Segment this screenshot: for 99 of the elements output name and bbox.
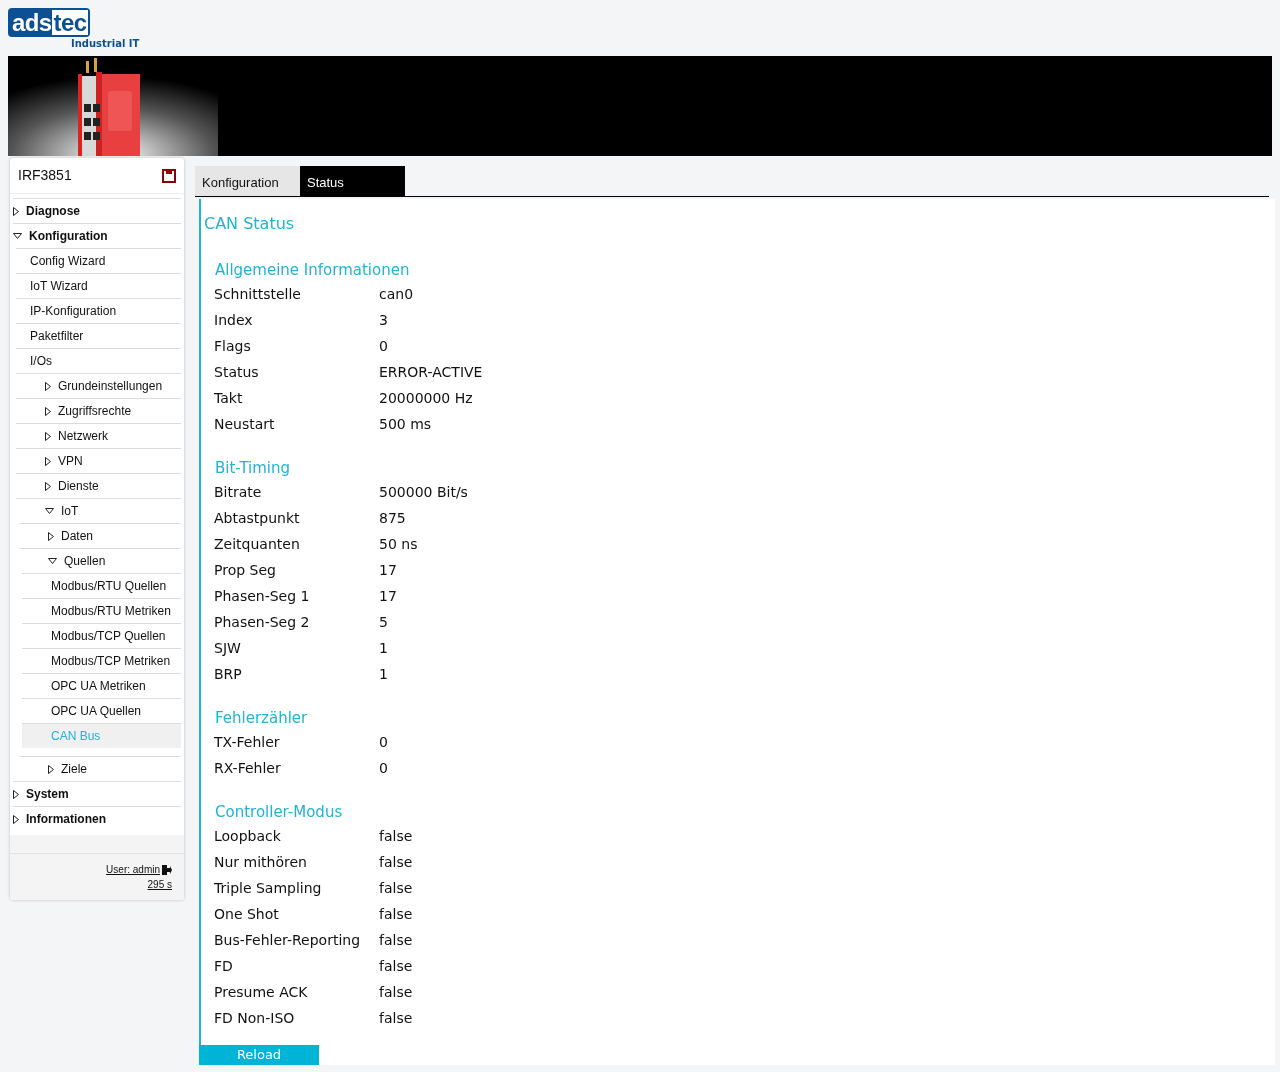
field-label: One Shot xyxy=(214,904,280,924)
field-label: Phasen-Seg 1 xyxy=(214,586,311,606)
field-value: 0 xyxy=(379,336,388,356)
tree-item[interactable]: Modbus/TCP Quellen xyxy=(22,624,181,648)
field-label: Schnittstelle xyxy=(214,284,302,304)
field-value: false xyxy=(379,1008,413,1028)
save-icon[interactable] xyxy=(162,168,176,183)
panel-title: CAN Status xyxy=(204,214,295,233)
caret-right-icon xyxy=(45,456,51,466)
session-timer: 295 s xyxy=(147,878,172,892)
field-value: 3 xyxy=(379,310,388,330)
field-label: RX-Fehler xyxy=(214,758,282,778)
field-label: TX-Fehler xyxy=(214,732,281,752)
tree-folder[interactable]: Netzwerk xyxy=(16,424,181,448)
logout-icon[interactable] xyxy=(162,864,172,875)
field-value: 20000000 Hz xyxy=(379,388,473,408)
field-label: Abtastpunkt xyxy=(214,508,301,528)
tree-folder[interactable]: Ziele xyxy=(19,757,181,781)
field-value: ERROR-ACTIVE xyxy=(379,362,483,382)
field-value: 500000 Bit/s xyxy=(379,482,468,502)
logo-tagline: Industrial IT xyxy=(71,39,140,49)
field-value: false xyxy=(379,956,413,976)
field-value: 50 ns xyxy=(379,534,418,554)
field-value: 0 xyxy=(379,758,388,778)
tree-folder[interactable]: VPN xyxy=(16,449,181,473)
field-label: Status xyxy=(214,362,260,382)
field-value: false xyxy=(379,904,413,924)
field-value: false xyxy=(379,930,413,950)
field-label: FD Non-ISO xyxy=(214,1008,296,1028)
tree-folder[interactable]: Diagnose xyxy=(13,199,181,223)
tree-folder[interactable]: Grundeinstellungen xyxy=(16,374,181,398)
tree-folder[interactable]: Quellen xyxy=(19,549,181,573)
tree-item[interactable]: IoT Wizard xyxy=(16,274,181,298)
tree-item[interactable]: Paketfilter xyxy=(16,324,181,348)
caret-down-icon xyxy=(48,558,57,564)
field-label: Zeitquanten xyxy=(214,534,301,554)
field-value: false xyxy=(379,982,413,1002)
logo: adstec xyxy=(8,8,91,37)
caret-right-icon xyxy=(45,406,51,416)
field-label: Prop Seg xyxy=(214,560,277,580)
tab[interactable]: Konfiguration xyxy=(195,166,300,196)
field-label: Bus-Fehler-Reporting xyxy=(214,930,362,950)
field-label: Flags xyxy=(214,336,252,356)
device-name: IRF3851 xyxy=(18,166,72,185)
field-label: Triple Sampling xyxy=(214,878,323,898)
caret-down-icon xyxy=(45,508,54,514)
tree-folder[interactable]: Zugriffsrechte xyxy=(16,399,181,423)
tree-item[interactable]: IP-Konfiguration xyxy=(16,299,181,323)
section-title: Bit-Timing xyxy=(215,457,291,479)
tree-folder[interactable]: Informationen xyxy=(13,807,181,831)
field-label: Nur mithören xyxy=(214,852,308,872)
field-value: 17 xyxy=(379,586,397,606)
tree-item[interactable]: OPC UA Quellen xyxy=(22,699,181,723)
tree-item[interactable]: Modbus/TCP Metriken xyxy=(22,649,181,673)
field-label: Neustart xyxy=(214,414,276,434)
field-label: Takt xyxy=(214,388,244,408)
caret-right-icon xyxy=(45,431,51,441)
tree-folder[interactable]: IoT xyxy=(16,499,181,523)
field-label: Index xyxy=(214,310,254,330)
user-link[interactable]: User: admin xyxy=(106,862,160,877)
field-label: Presume ACK xyxy=(214,982,309,1002)
field-value: 17 xyxy=(379,560,397,580)
field-value: 500 ms xyxy=(379,414,432,434)
tree-folder[interactable]: Dienste xyxy=(16,474,181,498)
tree-folder[interactable]: Daten xyxy=(19,524,181,548)
field-label: Phasen-Seg 2 xyxy=(214,612,311,632)
field-value: 1 xyxy=(379,664,388,684)
caret-right-icon xyxy=(45,481,51,491)
field-value: false xyxy=(379,852,413,872)
tree-item[interactable]: Modbus/RTU Metriken xyxy=(22,599,181,623)
field-value: false xyxy=(379,878,413,898)
section-title: Controller-Modus xyxy=(215,801,343,823)
tree-folder[interactable]: System xyxy=(13,782,181,806)
field-label: Bitrate xyxy=(214,482,263,502)
tab[interactable]: Status xyxy=(300,166,405,196)
field-label: SJW xyxy=(214,638,242,658)
section-title: Fehlerzähler xyxy=(215,707,308,729)
tree-item[interactable]: I/Os xyxy=(16,349,181,373)
caret-right-icon xyxy=(48,531,54,541)
caret-right-icon xyxy=(13,814,19,824)
tree-item[interactable]: OPC UA Metriken xyxy=(22,674,181,698)
tree-item[interactable]: Modbus/RTU Quellen xyxy=(22,574,181,598)
caret-right-icon xyxy=(13,206,19,216)
field-label: FD xyxy=(214,956,234,976)
section-title: Allgemeine Informationen xyxy=(215,259,410,281)
field-value: 1 xyxy=(379,638,388,658)
caret-right-icon xyxy=(48,764,54,774)
field-label: Loopback xyxy=(214,826,282,846)
field-value: 875 xyxy=(379,508,406,528)
caret-right-icon xyxy=(13,789,19,799)
tree-item[interactable]: Config Wizard xyxy=(16,249,181,273)
field-value: 0 xyxy=(379,732,388,752)
field-label: BRP xyxy=(214,664,243,684)
caret-right-icon xyxy=(45,381,51,391)
tree-folder[interactable]: Konfiguration xyxy=(13,224,181,248)
field-value: false xyxy=(379,826,413,846)
caret-down-icon xyxy=(13,233,22,239)
field-value: can0 xyxy=(379,284,414,304)
field-value: 5 xyxy=(379,612,388,632)
